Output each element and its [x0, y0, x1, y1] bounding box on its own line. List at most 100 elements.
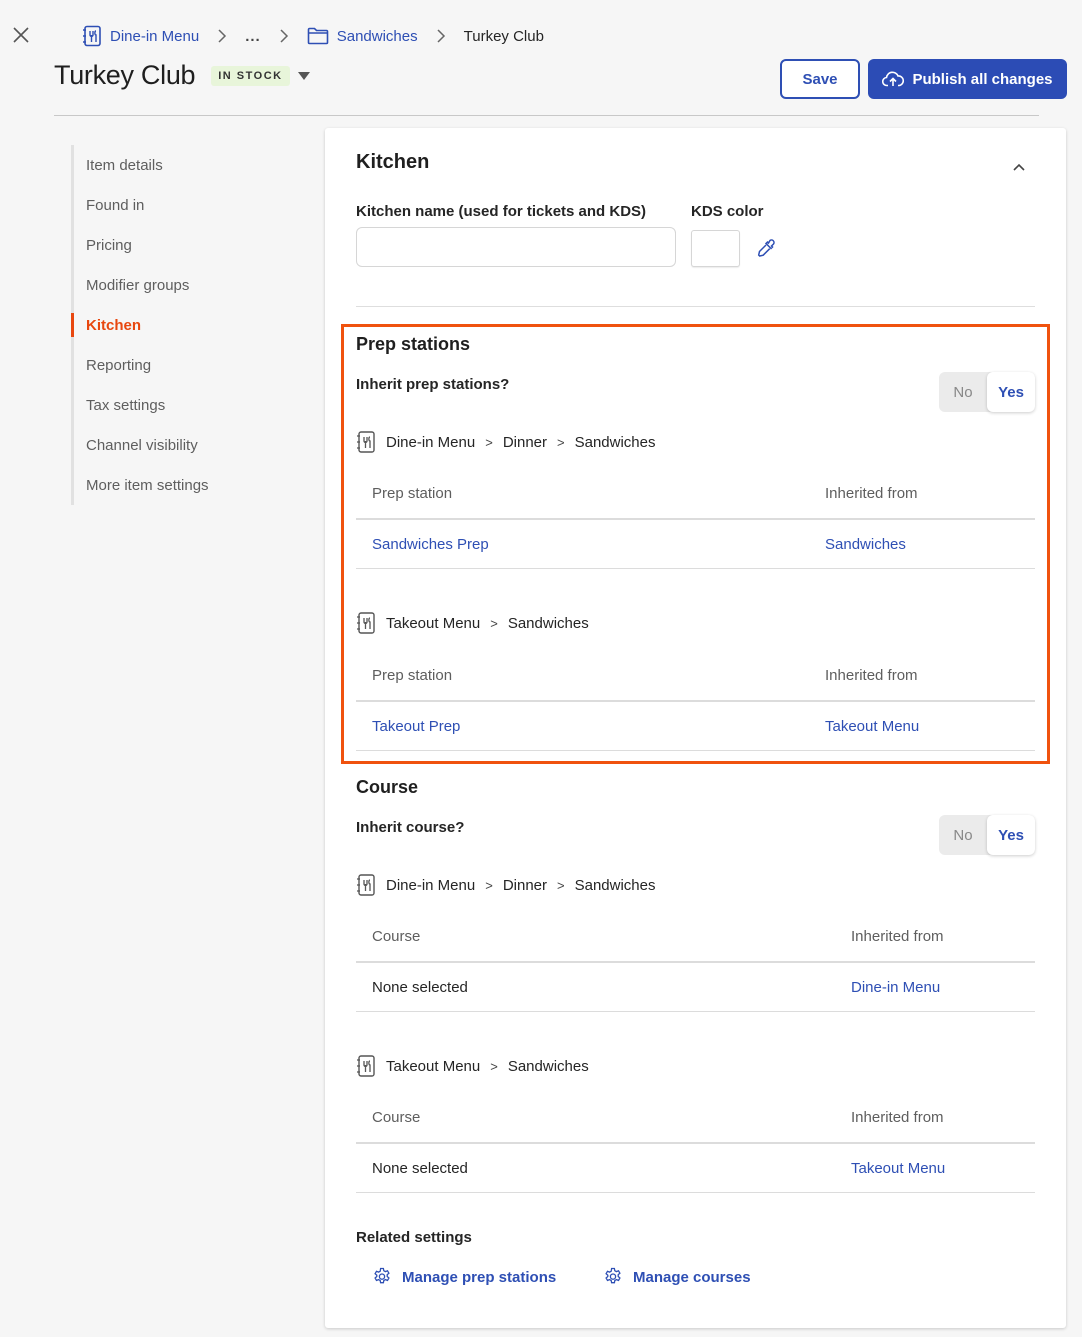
column-header: Course	[372, 928, 421, 945]
inherited-from-link[interactable]: Takeout Menu	[851, 1160, 945, 1177]
column-header: Inherited from	[851, 1109, 944, 1126]
table-header: Course Inherited from	[356, 912, 1035, 963]
nav-item-reporting[interactable]: Reporting	[74, 345, 311, 385]
page-title: Turkey Club	[54, 60, 196, 90]
manage-courses-link[interactable]: Manage courses	[603, 1267, 751, 1287]
link-label: Manage prep stations	[402, 1268, 557, 1286]
menu-icon	[83, 25, 101, 47]
breadcrumb-sandwiches[interactable]: Sandwiches	[307, 27, 418, 45]
menu-icon	[357, 874, 375, 896]
column-header: Inherited from	[825, 667, 918, 684]
nav-item-more-item-settings[interactable]: More item settings	[74, 465, 311, 505]
menu-path: Dine-in Menu > Dinner > Sandwiches	[356, 873, 655, 897]
menu-icon	[357, 1055, 375, 1077]
manage-prep-stations-link[interactable]: Manage prep stations	[372, 1267, 556, 1287]
inherit-prep-stations-label: Inherit prep stations?	[356, 376, 510, 393]
table-header: Course Inherited from	[356, 1093, 1035, 1144]
path-segment: Takeout Menu	[386, 1057, 481, 1075]
path-segment: Dine-in Menu	[386, 433, 476, 451]
close-icon[interactable]	[10, 24, 32, 46]
chevron-right-icon	[217, 29, 227, 43]
inherited-from-link[interactable]: Takeout Menu	[825, 718, 919, 735]
publish-all-changes-button[interactable]: Publish all changes	[868, 59, 1067, 99]
kitchen-name-label: Kitchen name (used for tickets and KDS)	[356, 203, 647, 220]
path-separator: >	[485, 877, 493, 893]
inherited-from-link[interactable]: Dine-in Menu	[851, 979, 940, 996]
path-separator: >	[490, 1058, 498, 1074]
cloud-upload-icon	[882, 71, 905, 87]
course-title: Course	[356, 777, 419, 797]
path-separator: >	[557, 434, 565, 450]
path-segment: Takeout Menu	[386, 614, 481, 632]
title-row: Turkey Club IN STOCK	[54, 60, 310, 91]
inherit-course-label: Inherit course?	[356, 819, 465, 836]
path-segment: Sandwiches	[507, 614, 589, 632]
breadcrumb-dine-in-menu[interactable]: Dine-in Menu	[82, 25, 199, 47]
path-segment: Dinner	[502, 876, 547, 894]
path-segment: Sandwiches	[574, 876, 656, 894]
prep-station-table: Prep station Inherited from Sandwiches P…	[356, 469, 1035, 569]
nav-item-found-in[interactable]: Found in	[74, 185, 311, 225]
prep-station-table: Prep station Inherited from Takeout Prep…	[356, 651, 1035, 751]
course-value: None selected	[372, 1159, 468, 1177]
nav-item-pricing[interactable]: Pricing	[74, 225, 311, 265]
prep-station-link[interactable]: Takeout Prep	[356, 718, 825, 735]
menu-path: Takeout Menu > Sandwiches	[356, 1054, 589, 1078]
stock-status-badge[interactable]: IN STOCK	[211, 65, 290, 86]
breadcrumb-label: Dine-in Menu	[110, 27, 200, 45]
kds-color-label: KDS color	[691, 203, 764, 220]
kitchen-card: Kitchen Kitchen name (used for tickets a…	[325, 128, 1066, 1328]
inherited-from-link[interactable]: Sandwiches	[825, 536, 906, 553]
section-nav: Item details Found in Pricing Modifier g…	[71, 145, 311, 505]
breadcrumb-current: Turkey Club	[463, 27, 544, 45]
chevron-right-icon	[279, 29, 289, 43]
kitchen-name-input[interactable]	[356, 227, 676, 267]
column-header: Prep station	[372, 485, 453, 502]
menu-path: Takeout Menu > Sandwiches	[356, 611, 589, 635]
prep-station-link[interactable]: Sandwiches Prep	[356, 536, 825, 553]
toggle-no[interactable]: No	[939, 372, 987, 412]
table-header: Prep station Inherited from	[356, 651, 1035, 702]
course-table: Course Inherited from None selected Dine…	[356, 912, 1035, 1012]
related-settings-title: Related settings	[356, 1229, 472, 1246]
table-row: Sandwiches Prep Sandwiches	[356, 520, 1035, 569]
caret-down-icon[interactable]	[297, 71, 310, 80]
save-button[interactable]: Save	[780, 59, 860, 99]
nav-item-tax-settings[interactable]: Tax settings	[74, 385, 311, 425]
chevron-right-icon	[436, 29, 446, 43]
menu-icon	[357, 612, 375, 634]
column-header: Prep station	[372, 667, 453, 684]
path-segment: Dine-in Menu	[386, 876, 476, 894]
gear-icon	[374, 1267, 390, 1284]
kds-color-swatch[interactable]	[691, 230, 740, 267]
table-row: Takeout Prep Takeout Menu	[356, 702, 1035, 751]
table-row: None selected Dine-in Menu	[356, 963, 1035, 1012]
nav-item-channel-visibility[interactable]: Channel visibility	[74, 425, 311, 465]
inherit-course-toggle: No Yes	[939, 815, 1035, 855]
path-segment: Dinner	[502, 433, 547, 451]
menu-path: Dine-in Menu > Dinner > Sandwiches	[356, 430, 655, 454]
path-separator: >	[490, 615, 498, 631]
inherit-prep-stations-toggle: No Yes	[939, 372, 1035, 412]
path-segment: Sandwiches	[574, 433, 656, 451]
toggle-no[interactable]: No	[939, 815, 987, 855]
nav-item-kitchen[interactable]: Kitchen	[71, 305, 311, 345]
header-divider	[54, 115, 1039, 116]
toggle-yes[interactable]: Yes	[987, 372, 1035, 412]
column-header: Course	[372, 1109, 421, 1126]
path-separator: >	[557, 877, 565, 893]
breadcrumb-ellipsis[interactable]: ...	[245, 28, 261, 45]
path-separator: >	[485, 434, 493, 450]
chevron-up-icon[interactable]	[1010, 158, 1028, 176]
breadcrumb-label: Sandwiches	[336, 27, 418, 45]
breadcrumb: Dine-in Menu ... Sandwiches Turkey Club	[82, 24, 544, 48]
section-divider	[356, 306, 1035, 307]
toggle-yes[interactable]: Yes	[987, 815, 1035, 855]
eyedropper-icon[interactable]	[756, 237, 778, 259]
course-table: Course Inherited from None selected Take…	[356, 1093, 1035, 1193]
prep-stations-title: Prep stations	[356, 334, 471, 354]
column-header: Inherited from	[825, 485, 918, 502]
nav-item-item-details[interactable]: Item details	[74, 145, 311, 185]
nav-item-modifier-groups[interactable]: Modifier groups	[74, 265, 311, 305]
gear-icon	[605, 1267, 621, 1284]
